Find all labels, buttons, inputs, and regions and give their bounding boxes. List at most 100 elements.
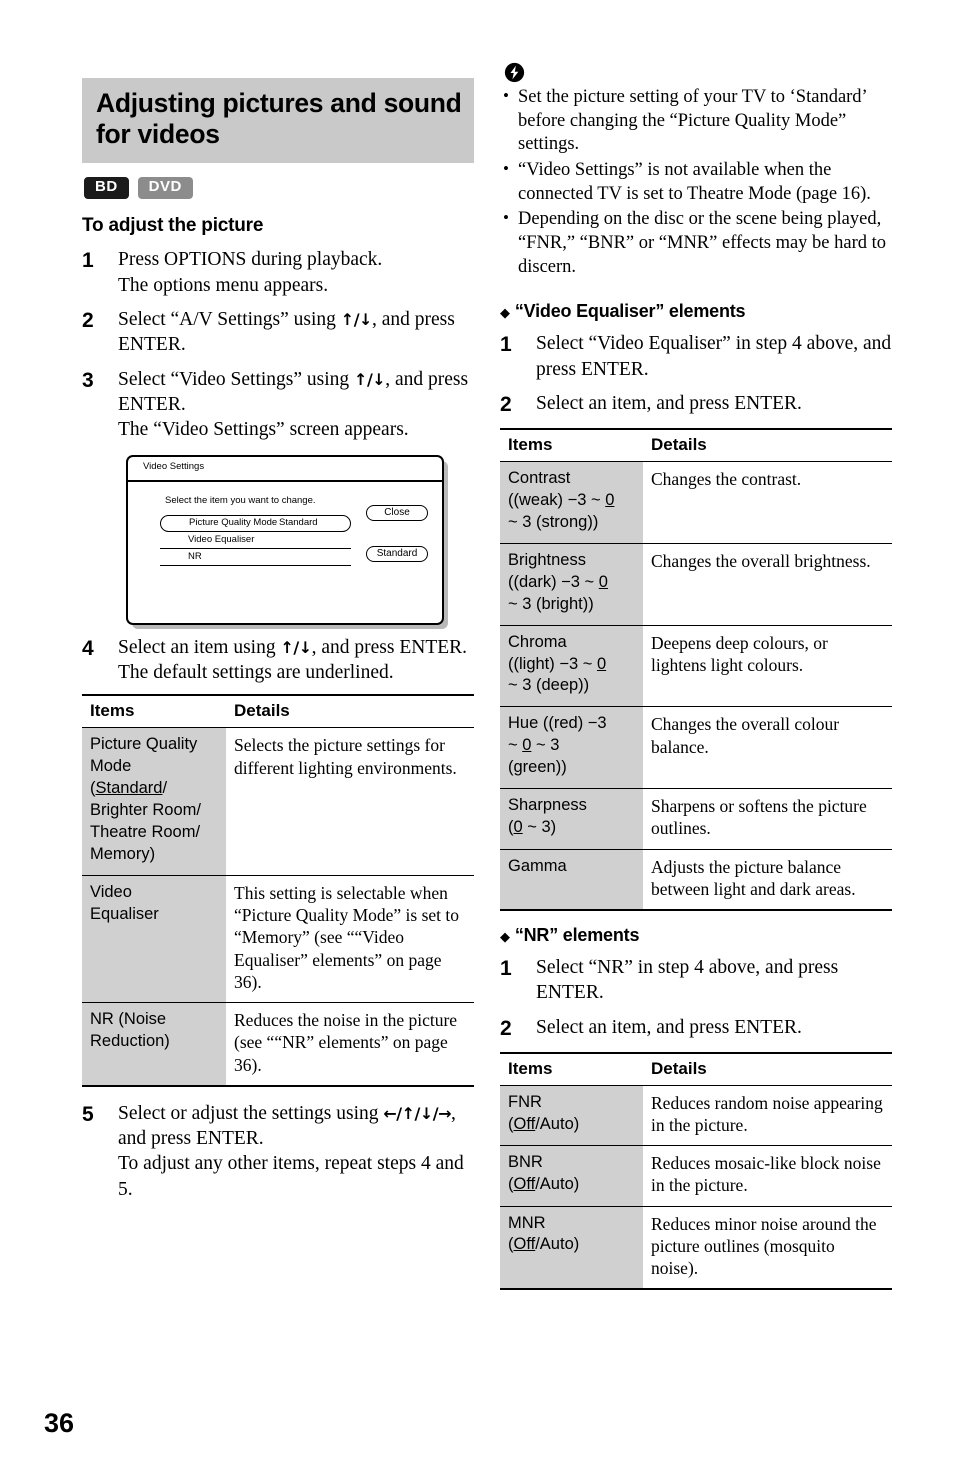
step-1: 1 Press OPTIONS during playback. The opt… <box>82 247 474 298</box>
item-line: BNR <box>508 1153 543 1172</box>
step-text-a: Select “Video Settings” using <box>118 368 355 390</box>
step-line-2: The options menu appears. <box>118 274 329 296</box>
item-line: FNR <box>508 1092 542 1111</box>
heading-label: “NR” elements <box>514 925 640 946</box>
table-cell-detail: Reduces minor noise around the picture o… <box>643 1206 892 1291</box>
step-number: 5 <box>82 1102 94 1126</box>
step-number: 4 <box>82 636 94 660</box>
heading-nr-elements: ◆ “NR” elements <box>500 925 892 946</box>
step-number: 2 <box>500 393 512 417</box>
page-number: 36 <box>44 1408 75 1438</box>
item-line: Chroma <box>508 632 567 651</box>
table-row: BNR (Off/Auto) Reduces mosaic-like block… <box>500 1145 892 1207</box>
screen-title: Video Settings <box>128 457 442 482</box>
subheading-to-adjust-the-picture: To adjust the picture <box>82 215 264 237</box>
step-number: 1 <box>500 957 512 981</box>
item-line: Brightness <box>508 550 586 569</box>
step-line-1: Press OPTIONS during playback. <box>118 249 383 271</box>
table-header-row: Items Details <box>500 1051 892 1086</box>
screen-standard-button[interactable]: Standard <box>366 545 428 562</box>
table-cell-item: Picture Quality Mode (Standard/ Brighter… <box>82 727 226 876</box>
note-item: Depending on the disc or the scene being… <box>500 207 892 279</box>
item-line: Video <box>90 882 132 901</box>
table-cell-item: Hue ((red) −3 ~ 0 ~ 3 (green)) <box>500 706 643 790</box>
table-cell-item: Video Equaliser <box>82 875 226 1004</box>
screen-row-video-equaliser[interactable]: Video Equaliser <box>160 532 351 549</box>
arrow-keys-icon: ↑/↓ <box>340 309 373 329</box>
screen-close-button[interactable]: Close <box>366 504 428 521</box>
table-cell-detail: Sharpens or softens the picture outlines… <box>643 788 892 850</box>
video-settings-screen-figure: Video Settings Select the item you want … <box>126 454 452 625</box>
left-column: Adjusting pictures and sound for videos … <box>82 78 474 1211</box>
note-item: “Video Settings” is not available when t… <box>500 158 892 206</box>
table-row: Hue ((red) −3 ~ 0 ~ 3 (green)) Changes t… <box>500 706 892 790</box>
column-header-items: Items <box>82 694 226 729</box>
default-value: Off <box>513 1235 536 1254</box>
step-text: Select “Video Equaliser” in step 4 above… <box>536 333 892 380</box>
item-line: (Off/Auto) <box>508 1114 580 1133</box>
table-cell-item: Brightness ((dark) −3 ~ 0 ~ 3 (bright)) <box>500 543 643 626</box>
item-line: Memory) <box>90 845 156 864</box>
picture-settings-table: Items Details Picture Quality Mode (Stan… <box>82 694 474 1087</box>
table-cell-detail: This setting is selectable when “Picture… <box>226 875 474 1004</box>
step-text: Select “Video Settings” using ↑/↓, and p… <box>118 367 474 443</box>
table-header-row: Items Details <box>500 427 892 462</box>
nr-step-2: 2 Select an item, and press ENTER. <box>500 1015 892 1043</box>
manual-page: Adjusting pictures and sound for videos … <box>0 0 954 1483</box>
table-cell-detail: Reduces the noise in the picture (see ““… <box>226 1002 474 1087</box>
default-value: 0 <box>605 490 615 509</box>
equaliser-step-2: 2 Select an item, and press ENTER. <box>500 391 892 419</box>
item-line: ((weak) −3 ~ 0 <box>508 490 615 509</box>
chapter-title-banner: Adjusting pictures and sound for videos <box>82 78 474 164</box>
table-cell-item: NR (Noise Reduction) <box>82 1002 226 1087</box>
item-line: (Off/Auto) <box>508 1235 580 1254</box>
item-line: Brighter Room/ <box>90 801 201 820</box>
item-line: Hue ((red) −3 <box>508 714 607 733</box>
table-cell-item: FNR (Off/Auto) <box>500 1085 643 1147</box>
device-screen: Video Settings Select the item you want … <box>126 454 444 625</box>
arrow-keys-icon: ←/↑/↓/→ <box>383 1103 452 1123</box>
table-row: Sharpness (0 ~ 3) Sharpens or softens th… <box>500 788 892 850</box>
step-text: Select an item using ↑/↓, and press ENTE… <box>118 635 474 686</box>
page-title: Adjusting pictures and sound for videos <box>96 88 462 149</box>
diamond-bullet-icon: ◆ <box>500 305 510 321</box>
row-value: Standard <box>279 516 318 528</box>
step-number: 3 <box>82 368 94 392</box>
column-header-details: Details <box>643 1051 892 1086</box>
step-text: Press OPTIONS during playback. The optio… <box>118 247 474 298</box>
column-header-items: Items <box>500 1051 643 1086</box>
table-cell-detail: Changes the overall brightness. <box>643 543 892 626</box>
default-value: 0 <box>596 654 607 673</box>
table-row: FNR (Off/Auto) Reduces random noise appe… <box>500 1085 892 1147</box>
item-line: (green)) <box>508 758 567 777</box>
media-badges: BD DVD <box>84 177 474 200</box>
screen-option-list: Picture Quality Mode Standard Video Equa… <box>160 514 351 566</box>
step-line-2: To adjust any other items, repeat steps … <box>118 1153 464 1200</box>
notes-list: Set the picture setting of your TV to ‘S… <box>500 85 892 279</box>
table-row: NR (Noise Reduction) Reduces the noise i… <box>82 1002 474 1087</box>
default-value: Standard <box>95 779 163 798</box>
table-row: Chroma ((light) −3 ~ 0 ~ 3 (deep)) Deepe… <box>500 625 892 708</box>
item-line: Theatre Room/ <box>90 823 201 842</box>
item-line: ((light) −3 ~ 0 <box>508 654 607 673</box>
note-bolt-icon <box>504 62 525 83</box>
badge-dvd: DVD <box>137 177 193 200</box>
item-line: ~ 3 (strong)) <box>508 512 599 531</box>
column-header-details: Details <box>226 694 474 729</box>
item-line: Reduction) <box>90 1032 170 1051</box>
row-label: Video Equaliser <box>188 533 255 545</box>
row-label: Picture Quality Mode <box>189 516 278 528</box>
screen-row-picture-quality-mode[interactable]: Picture Quality Mode Standard <box>160 514 351 532</box>
table-cell-detail: Changes the overall colour balance. <box>643 706 892 790</box>
screen-row-nr[interactable]: NR <box>160 549 351 566</box>
item-line: ~ 0 ~ 3 <box>508 736 560 755</box>
step-text-a: Select “A/V Settings” using <box>118 308 341 330</box>
step-number: 1 <box>500 333 512 357</box>
right-column: Set the picture setting of your TV to ‘S… <box>500 62 892 1304</box>
table-row: Video Equaliser This setting is selectab… <box>82 875 474 1004</box>
step-text: Select or adjust the settings using ←/↑/… <box>118 1101 474 1202</box>
step-line-2: The “Video Settings” screen appears. <box>118 419 409 441</box>
table-cell-detail: Adjusts the picture balance between ligh… <box>643 849 892 912</box>
default-value: Off <box>513 1175 536 1193</box>
step-line-2: The default settings are underlined. <box>118 662 394 684</box>
